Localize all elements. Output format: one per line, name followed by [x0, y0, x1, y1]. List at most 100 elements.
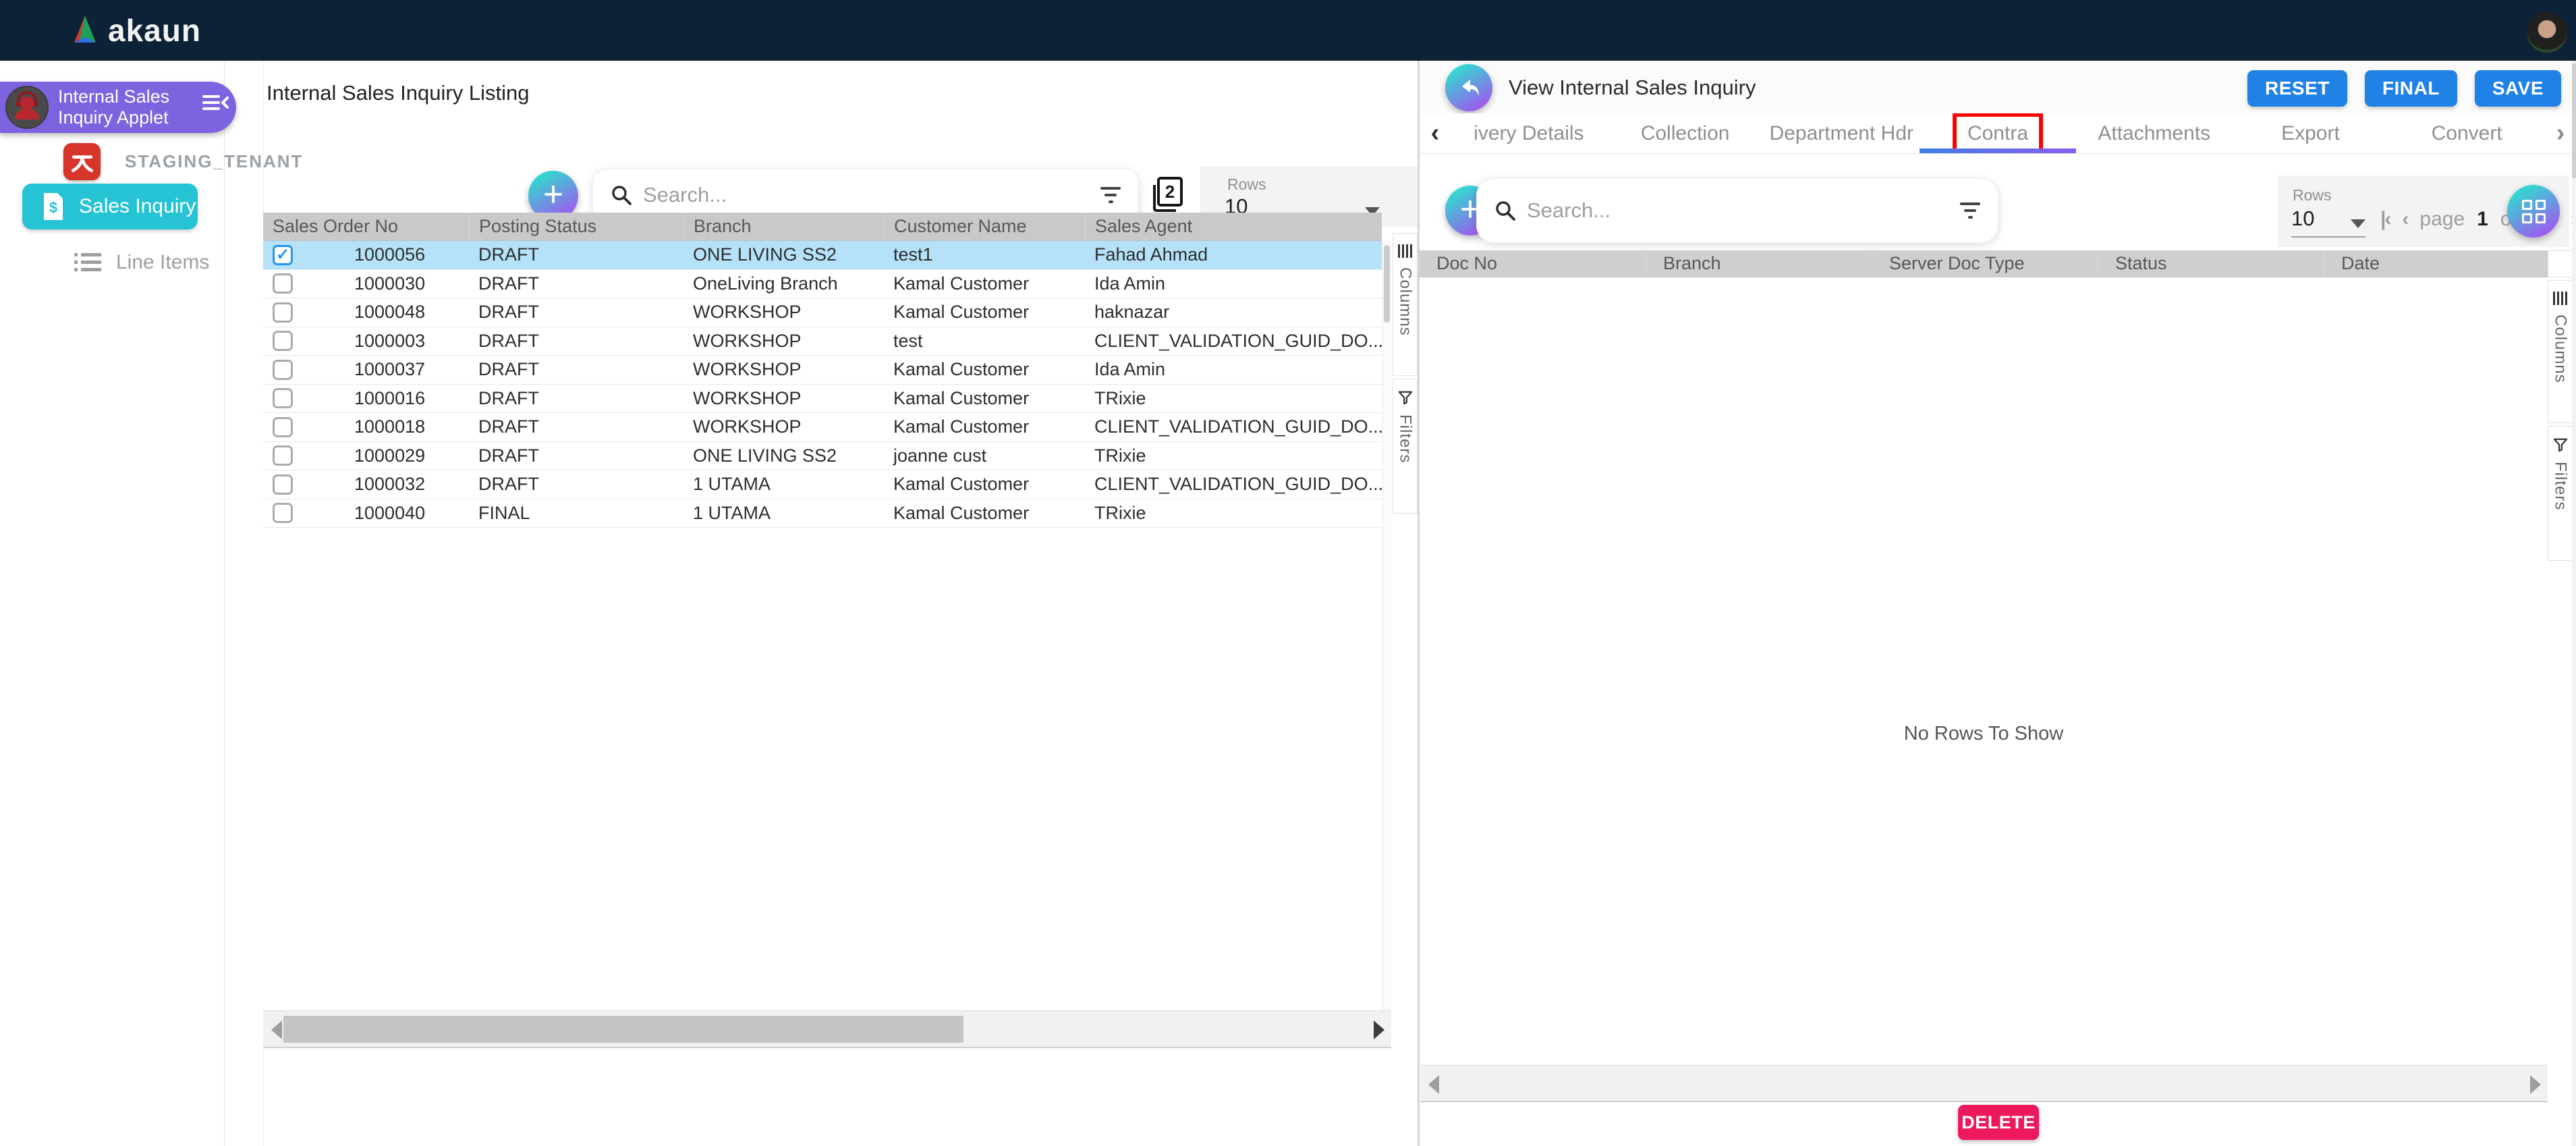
cell-customer-name: Kamal Customer — [884, 388, 1085, 409]
cell-sales-order-no: 1000030 — [304, 273, 469, 294]
column-header-branch[interactable]: Branch — [683, 213, 884, 240]
tab-delivery-details[interactable]: ivery Details — [1451, 113, 1607, 153]
filters-tool-tab[interactable]: Filters — [2548, 426, 2573, 561]
table-vertical-scrollbar[interactable] — [1382, 241, 1391, 1010]
cell-sales-order-no: 1000029 — [304, 445, 469, 466]
detail-title: View Internal Sales Inquiry — [1509, 76, 1756, 100]
table-row[interactable]: 1000029DRAFTONE LIVING SS2joanne custTRi… — [263, 442, 1382, 471]
columns-icon — [1398, 244, 1412, 258]
tab-convert[interactable]: Convert — [2388, 113, 2545, 153]
table-row[interactable]: 1000037DRAFTWORKSHOPKamal CustomerIda Am… — [263, 356, 1382, 385]
scrollbar-thumb[interactable] — [283, 1016, 963, 1043]
top-bar: akaun — [0, 0, 2576, 61]
row-checkbox[interactable] — [263, 503, 304, 523]
detail-panel: View Internal Sales Inquiry RESET FINAL … — [1420, 61, 2576, 1146]
filter-list-icon[interactable] — [1960, 202, 1980, 219]
column-header-date[interactable]: Date — [2324, 250, 2548, 277]
cell-customer-name: Kamal Customer — [884, 416, 1085, 437]
table-horizontal-scrollbar[interactable] — [263, 1010, 1391, 1048]
row-checkbox[interactable] — [263, 445, 304, 466]
table-row[interactable]: 1000048DRAFTWORKSHOPKamal Customerhaknaz… — [263, 298, 1382, 327]
rows-per-page-select[interactable]: 10 — [2291, 207, 2365, 238]
tab-attachments[interactable]: Attachments — [2076, 113, 2233, 153]
save-button[interactable]: SAVE — [2475, 70, 2561, 107]
filters-tool-tab[interactable]: Filters — [1393, 379, 1418, 514]
funnel-icon — [1398, 390, 1413, 405]
cell-posting-status: DRAFT — [469, 474, 683, 495]
tab-department-hdr[interactable]: Department Hdr — [1763, 113, 1920, 153]
scroll-right-icon[interactable] — [1374, 1020, 1384, 1039]
tab-collection[interactable]: Collection — [1607, 113, 1764, 153]
tab-export[interactable]: Export — [2233, 113, 2389, 153]
sidebar-item-line-items[interactable]: Line Items — [74, 251, 209, 274]
columns-tool-tab[interactable]: Columns — [1393, 233, 1418, 376]
filters-tool-label: Filters — [1396, 414, 1415, 463]
scroll-left-icon[interactable] — [271, 1020, 282, 1039]
window-vertical-scrollbar[interactable] — [2572, 61, 2576, 1146]
search-input[interactable]: Search... — [643, 183, 1090, 207]
prev-page-icon[interactable]: ‹ — [2402, 208, 2407, 231]
column-header-sales-order-no[interactable]: Sales Order No — [263, 213, 469, 240]
column-header-status[interactable]: Status — [2098, 250, 2324, 277]
column-header-server-doc-type[interactable]: Server Doc Type — [1872, 250, 2098, 277]
reset-button[interactable]: RESET — [2247, 70, 2347, 107]
grid-view-button[interactable] — [2507, 185, 2560, 238]
svg-text:$: $ — [49, 199, 57, 216]
row-checkbox[interactable] — [263, 331, 304, 351]
filter-list-icon[interactable] — [1100, 187, 1121, 203]
dual-pane-toggle-icon[interactable]: 2 — [1153, 177, 1183, 212]
columns-tool-tab[interactable]: Columns — [2548, 280, 2573, 423]
search-icon — [1494, 200, 1516, 221]
sidebar-item-sales-inquiry[interactable]: $ Sales Inquiry — [22, 184, 198, 229]
applet-avatar-icon — [5, 86, 49, 129]
first-page-icon[interactable]: |‹ — [2380, 208, 2390, 231]
table-row[interactable]: 1000016DRAFTWORKSHOPKamal CustomerTRixie — [263, 385, 1382, 414]
user-avatar[interactable] — [2527, 12, 2567, 53]
final-button[interactable]: FINAL — [2365, 70, 2457, 107]
cell-sales-order-no: 1000037 — [304, 359, 469, 380]
column-header-doc-no[interactable]: Doc No — [1420, 250, 1646, 277]
back-button[interactable] — [1445, 64, 1492, 111]
scroll-left-icon[interactable] — [1428, 1075, 1439, 1094]
row-checkbox[interactable] — [263, 417, 304, 437]
table-row[interactable]: 1000032DRAFT1 UTAMAKamal CustomerCLIENT_… — [263, 470, 1382, 499]
row-checkbox[interactable]: ✓ — [263, 245, 304, 265]
table-row[interactable]: 1000030DRAFTOneLiving BranchKamal Custom… — [263, 270, 1382, 299]
menu-collapse-icon[interactable] — [202, 94, 229, 116]
tab-contra[interactable]: Contra — [1920, 113, 2076, 153]
column-header-posting-status[interactable]: Posting Status — [469, 213, 683, 240]
search-input[interactable]: Search... — [1527, 198, 1949, 223]
tenant-row[interactable]: STAGING_TENANT — [63, 143, 303, 180]
column-header-sales-agent[interactable]: Sales Agent — [1085, 213, 1382, 240]
cell-posting-status: DRAFT — [469, 445, 683, 466]
column-header-branch[interactable]: Branch — [1646, 250, 1872, 277]
cell-branch: 1 UTAMA — [683, 474, 884, 495]
cell-sales-order-no: 1000032 — [304, 474, 469, 495]
applet-header[interactable]: Internal Sales Inquiry Applet — [0, 82, 236, 133]
row-checkbox[interactable] — [263, 302, 304, 323]
contra-search-box[interactable]: Search... — [1476, 178, 1998, 243]
cell-sales-agent: CLIENT_VALIDATION_GUID_DO... — [1085, 331, 1382, 352]
detail-header: View Internal Sales Inquiry RESET FINAL … — [1420, 61, 2576, 113]
cell-branch: OneLiving Branch — [683, 273, 884, 294]
cell-customer-name: Kamal Customer — [884, 359, 1085, 380]
cell-sales-agent: CLIENT_VALIDATION_GUID_DO... — [1085, 474, 1382, 495]
cell-sales-order-no: 1000056 — [304, 244, 469, 265]
delete-button[interactable]: DELETE — [1958, 1105, 2039, 1140]
scroll-right-icon[interactable] — [2530, 1075, 2541, 1094]
tab-contra-label: Contra — [1967, 122, 2028, 144]
row-checkbox[interactable] — [263, 360, 304, 380]
cell-posting-status: DRAFT — [469, 302, 683, 323]
row-checkbox[interactable] — [263, 388, 304, 408]
row-checkbox[interactable] — [263, 273, 304, 294]
list-icon — [74, 252, 101, 273]
contra-horizontal-scrollbar[interactable] — [1420, 1065, 2548, 1102]
table-row[interactable]: 1000040FINAL1 UTAMAKamal CustomerTRixie — [263, 499, 1382, 528]
table-row[interactable]: 1000003DRAFTWORKSHOPtestCLIENT_VALIDATIO… — [263, 327, 1382, 356]
chevron-down-icon — [2351, 219, 2365, 228]
table-row[interactable]: 1000018DRAFTWORKSHOPKamal CustomerCLIENT… — [263, 413, 1382, 442]
table-row[interactable]: ✓1000056DRAFTONE LIVING SS2test1Fahad Ah… — [263, 241, 1382, 270]
row-checkbox[interactable] — [263, 474, 304, 495]
column-header-customer-name[interactable]: Customer Name — [884, 213, 1085, 240]
tabs-scroll-left-icon[interactable]: ‹ — [1420, 119, 1451, 148]
